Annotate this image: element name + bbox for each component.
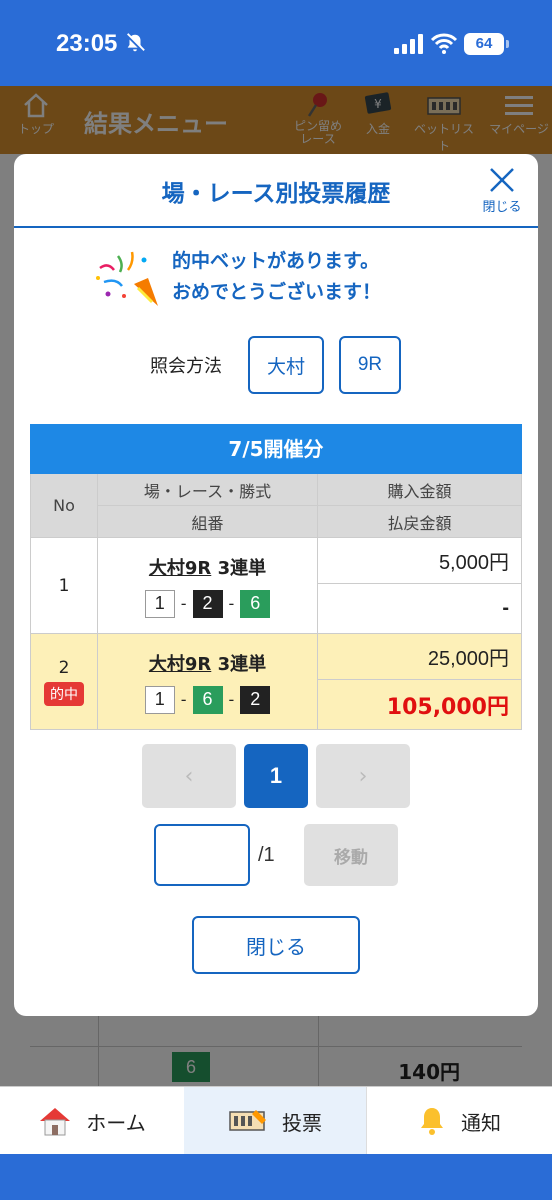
col-race-header: 場・レース・勝式 (98, 474, 318, 506)
page-jump-input[interactable] (154, 824, 250, 886)
combo-second: 2 (192, 589, 223, 618)
bet-type: 3連単 (217, 557, 267, 579)
table-row-2-purchase: 25,000円 (318, 634, 522, 680)
race-link[interactable]: 大村9R (149, 558, 211, 579)
table-row-1-payout: - (318, 584, 522, 634)
pager-prev-button[interactable]: ‹ (142, 744, 236, 808)
hit-badge: 的中 (44, 681, 84, 706)
date-header: 7/5開催分 (30, 424, 522, 474)
party-popper-icon (96, 251, 158, 306)
modal-close-label: 閉じる (482, 200, 522, 215)
payout-amount: - (502, 597, 509, 619)
col-combo-header: 組番 (98, 506, 318, 538)
nav-home[interactable]: ホーム (0, 1087, 184, 1155)
close-button[interactable]: 閉じる (192, 916, 360, 974)
nav-vote[interactable]: 投票 (184, 1087, 366, 1155)
congrats-line-2: おめでとうございます！ (172, 281, 382, 303)
col-purchase-header: 購入金額 (318, 474, 522, 506)
combination: 1 - 6 - 2 (144, 685, 271, 714)
results-grid: No 場・レース・勝式 組番 購入金額 払戻金額 1 大村9R 3連単 1 - … (30, 474, 522, 730)
nav-vote-label: 投票 (282, 1110, 322, 1135)
combination: 1 - 2 - 6 (144, 589, 271, 618)
pager-next-button[interactable]: › (316, 744, 410, 808)
mark-sheet-icon (229, 1110, 266, 1131)
table-row-1-race: 大村9R 3連単 1 - 2 - 6 (98, 538, 318, 634)
venue-button[interactable]: 大村 (248, 336, 324, 394)
nav-home-label: ホーム (86, 1110, 146, 1135)
nav-notify-label: 通知 (461, 1110, 501, 1135)
nav-notify[interactable]: 通知 (366, 1087, 552, 1155)
results-table: 7/5開催分 No 場・レース・勝式 組番 購入金額 払戻金額 1 大村9R 3… (30, 424, 522, 730)
bet-type: 3連単 (217, 653, 267, 675)
congrats-line-1: 的中ベットがあります。 (172, 250, 380, 272)
home-indicator-area (0, 1154, 552, 1200)
purchase-amount: 25,000円 (427, 648, 509, 670)
modal-divider (14, 226, 538, 228)
close-icon (490, 168, 514, 192)
modal-close-button[interactable]: 閉じる (474, 164, 530, 224)
col-payout-header: 払戻金額 (318, 506, 522, 538)
bell-off-icon (125, 33, 145, 53)
congrats-banner: 的中ベットがあります。 おめでとうございます！ (94, 246, 494, 312)
combo-second: 6 (192, 685, 223, 714)
bottom-nav: ホーム 投票 通知 (0, 1086, 552, 1155)
query-method-label: 照会方法 (150, 356, 222, 377)
status-bar: 23:05 64 (0, 0, 552, 86)
bell-icon (421, 1108, 443, 1135)
table-row-1-no: 1 (30, 538, 98, 634)
race-button[interactable]: 9R (339, 336, 401, 394)
row-number: 2 (58, 657, 70, 678)
race-name: 大村9R 3連単 (149, 554, 266, 580)
page-total: /1 (258, 844, 275, 866)
move-button[interactable]: 移動 (304, 824, 398, 886)
status-time: 23:05 (56, 30, 118, 57)
battery-indicator: 64 (464, 33, 509, 55)
purchase-amount: 5,000円 (438, 552, 509, 574)
race-name: 大村9R 3連単 (149, 650, 266, 676)
modal-title: 場・レース別投票履歴 (161, 181, 391, 207)
table-row-2-payout: 105,000円 (318, 680, 522, 730)
congrats-text: 的中ベットがあります。 おめでとうございます！ (172, 246, 381, 308)
combo-third: 2 (240, 685, 271, 714)
table-row-2-race: 大村9R 3連単 1 - 6 - 2 (98, 634, 318, 730)
race-link[interactable]: 大村9R (149, 654, 211, 675)
combo-third: 6 (240, 589, 271, 618)
pager-current-page[interactable]: 1 (244, 744, 308, 808)
vote-history-modal: 場・レース別投票履歴 閉じる 的中ベットがあります。 おめでとうございます！ 照… (14, 154, 538, 1016)
house-icon (40, 1108, 71, 1136)
combo-first: 1 (144, 685, 175, 714)
combo-first: 1 (144, 589, 175, 618)
wifi-icon (430, 33, 458, 54)
row-number: 1 (58, 575, 70, 596)
payout-amount: 105,000円 (386, 694, 509, 720)
table-row-2-no: 2 的中 (30, 634, 98, 730)
table-row-1-purchase: 5,000円 (318, 538, 522, 584)
signal-icon (394, 34, 423, 54)
col-no-header: No (30, 474, 98, 538)
